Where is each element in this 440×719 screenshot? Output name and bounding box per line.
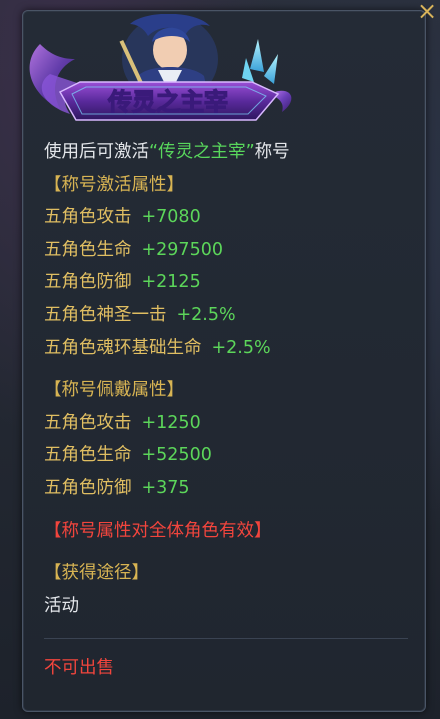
stat-value: +1250 — [141, 412, 201, 433]
stat-value: +2.5% — [176, 304, 236, 325]
stat-name: 五角色魂环基础生命 — [44, 337, 202, 358]
stat-value: +297500 — [141, 239, 223, 260]
wear-section-header: 【称号佩戴属性】 — [44, 380, 184, 401]
stat-name: 五角色生命 — [44, 239, 132, 260]
stat-name: 五角色防御 — [44, 477, 132, 498]
stat-row: 五角色神圣一击 +2.5% — [44, 299, 404, 332]
stat-row: 五角色防御 +2125 — [44, 266, 404, 299]
stat-row: 五角色生命 +297500 — [44, 234, 404, 267]
source-value: 活动 — [44, 595, 79, 616]
stat-value: +375 — [141, 477, 190, 498]
stat-row: 五角色攻击 +7080 — [44, 201, 404, 234]
divider — [44, 638, 408, 639]
stat-value: +52500 — [141, 445, 212, 466]
global-effect-notice: 【称号属性对全体角色有效】 — [44, 520, 272, 541]
description-suffix: 称号 — [254, 142, 290, 162]
stat-row: 五角色攻击 +1250 — [44, 407, 404, 440]
title-banner: 传灵之主宰 — [20, 14, 310, 130]
title-banner-text: 传灵之主宰 — [107, 88, 228, 116]
stat-value: +7080 — [141, 207, 201, 228]
stat-name: 五角色神圣一击 — [44, 304, 167, 325]
stat-value: +2125 — [141, 272, 201, 293]
source-section-header: 【获得途径】 — [44, 563, 149, 584]
activation-description: 使用后可激活“传灵之主宰”称号 — [44, 136, 404, 169]
stat-name: 五角色生命 — [44, 445, 132, 466]
stat-name: 五角色防御 — [44, 272, 132, 293]
stat-value: +2.5% — [211, 337, 271, 358]
stat-name: 五角色攻击 — [44, 207, 132, 228]
description-prefix: 使用后可激活 — [44, 142, 149, 162]
item-description: 使用后可激活“传灵之主宰”称号 【称号激活属性】 五角色攻击 +7080 五角色生… — [44, 136, 404, 622]
close-icon[interactable]: × — [416, 0, 438, 23]
stat-row: 五角色防御 +375 — [44, 472, 404, 505]
stat-name: 五角色攻击 — [44, 412, 132, 433]
activation-section-header: 【称号激活属性】 — [44, 174, 184, 195]
not-for-sale-label: 不可出售 — [44, 658, 114, 678]
stat-row: 五角色魂环基础生命 +2.5% — [44, 332, 404, 365]
description-title-name: “传灵之主宰” — [149, 142, 255, 162]
stat-row: 五角色生命 +52500 — [44, 439, 404, 472]
